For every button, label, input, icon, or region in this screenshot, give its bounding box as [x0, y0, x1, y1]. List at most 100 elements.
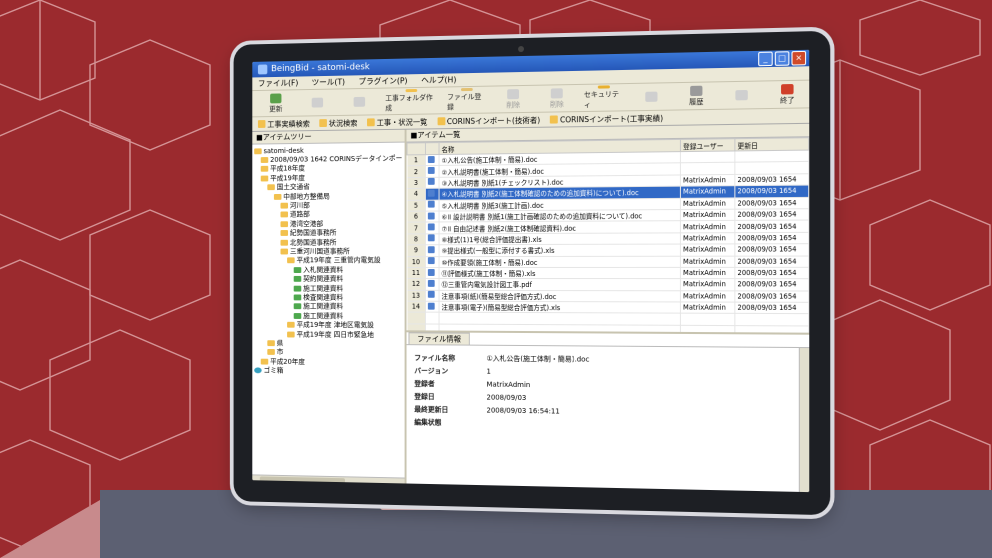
- row-number: 3: [407, 177, 426, 189]
- tree-node-label: 入札関連資料: [303, 265, 344, 274]
- delete-button[interactable]: 削除: [492, 87, 534, 112]
- tree-node[interactable]: 検査関連資料: [254, 293, 402, 303]
- history-icon: [690, 85, 703, 96]
- toolbar-button-2[interactable]: [297, 90, 337, 114]
- exit-button[interactable]: 終了: [765, 82, 809, 107]
- recycle-bin-icon: [254, 367, 262, 374]
- status-search-button[interactable]: 状況検索: [319, 117, 357, 128]
- tree-node[interactable]: 2008/09/03 1642 CORINSデータインポート: [254, 154, 403, 165]
- file-add-icon: [460, 87, 473, 92]
- row-user: MatrixAdmin: [680, 267, 735, 279]
- detail-vertical-scrollbar[interactable]: [798, 348, 810, 493]
- table-row[interactable]: 11 ⑪評価様式(施工体制・簡易).xls MatrixAdmin 2008/09/0…: [407, 267, 809, 279]
- menu-tools[interactable]: ツール(T): [312, 76, 345, 89]
- tree-node-label: 契約関連資料: [303, 275, 344, 283]
- row-name: ⑧様式(1)1号(総合評価提出書).xls: [439, 232, 681, 245]
- list-button[interactable]: 工事・状況一覧: [367, 116, 427, 128]
- row-user: MatrixAdmin: [680, 255, 735, 268]
- register-file-button[interactable]: ファイル登録: [443, 87, 490, 113]
- import-icon: [550, 115, 559, 124]
- table-row[interactable]: 9 ⑨提出様式(一般型に添付する書式).xls MatrixAdmin 2008/09…: [407, 243, 809, 257]
- import-record-button[interactable]: CORINSインポート(工事実績): [550, 112, 663, 125]
- maximize-button[interactable]: □: [774, 51, 790, 66]
- tree-node[interactable]: 紀勢国道事務所: [254, 228, 402, 238]
- tree-node-label: 河川部: [289, 201, 310, 210]
- folder-icon: [280, 211, 289, 218]
- minimize-button[interactable]: _: [758, 51, 773, 67]
- tree-node[interactable]: 契約関連資料: [254, 274, 402, 283]
- close-button[interactable]: ×: [791, 50, 807, 66]
- file-icon: [425, 188, 440, 200]
- folder-icon: [280, 202, 289, 209]
- detail-value: 1: [486, 367, 491, 376]
- tree-node-label: 国土交通省: [276, 183, 310, 192]
- tree-node-label: 中部地方整備局: [283, 192, 330, 201]
- folder-icon: [260, 166, 269, 173]
- search-icon: [319, 119, 327, 128]
- row-number: 5: [407, 199, 426, 212]
- row-user: [680, 162, 735, 175]
- tree-node-label: ゴミ箱: [263, 366, 284, 375]
- tree-node[interactable]: ゴミ箱: [254, 366, 402, 377]
- import-engineer-button[interactable]: CORINSインポート(技術者): [437, 114, 540, 127]
- app-icon: [257, 64, 268, 75]
- file-icon: [425, 199, 440, 212]
- folder-icon: [287, 331, 295, 337]
- delete-icon: [507, 88, 520, 99]
- row-number: 10: [407, 256, 426, 268]
- file-icon: [427, 246, 435, 254]
- row-name: 注意事項(紙)(簡易型総合評価方式).doc: [439, 290, 681, 303]
- row-date: 2008/09/03 1654: [734, 267, 809, 279]
- menu-plugin[interactable]: プラグイン(P): [358, 74, 407, 88]
- item-tree-pane: ■アイテムツリー satomi-desk 2008/09/03 1642 CORI…: [252, 129, 407, 487]
- menu-help[interactable]: ヘルプ(H): [421, 73, 456, 87]
- row-date: 2008/09/03 1654: [734, 220, 809, 233]
- history-button[interactable]: 履歴: [675, 83, 718, 108]
- row-user: MatrixAdmin: [680, 244, 735, 256]
- menu-file[interactable]: ファイル(F): [258, 77, 298, 90]
- security-button[interactable]: セキュリティ: [580, 85, 628, 110]
- trash-button[interactable]: 削除: [536, 86, 578, 111]
- tree-node[interactable]: 北勢国道事務所: [254, 237, 402, 247]
- tree-node[interactable]: 入札関連資料: [254, 265, 402, 274]
- row-date: 2008/09/03 1654: [734, 185, 809, 198]
- scroll-thumb[interactable]: [259, 476, 346, 484]
- row-number: 6: [407, 211, 426, 223]
- file-icon: [425, 278, 440, 291]
- toolbar-button-9[interactable]: [630, 84, 673, 109]
- tree-node-label: 施工関連資料: [303, 284, 344, 293]
- column-date[interactable]: 更新日: [734, 137, 809, 151]
- row-number: 12: [407, 278, 426, 291]
- file-icon: [425, 165, 440, 178]
- refresh-button[interactable]: 更新: [256, 91, 296, 115]
- table-row[interactable]: 13 注意事項(紙)(簡易型総合評価方式).doc MatrixAdmin 2008/…: [407, 289, 809, 303]
- column-user[interactable]: 登録ユーザー: [680, 138, 735, 152]
- row-date: 2008/09/03 1654: [734, 208, 809, 221]
- tree-node[interactable]: 平成19年度 三重管内電気設: [254, 256, 402, 265]
- file-icon: [427, 302, 435, 310]
- detail-label: バージョン: [414, 366, 449, 375]
- toolbar-button-11[interactable]: [720, 83, 763, 108]
- screen: BeingBid - satomi-desk _ □ × ファイル(F) ツール…: [252, 49, 810, 493]
- row-user: MatrixAdmin: [680, 185, 735, 198]
- search-record-button[interactable]: 工事実績検索: [257, 118, 310, 130]
- tree-horizontal-scrollbar[interactable]: [252, 474, 405, 487]
- file-icon: [427, 212, 435, 220]
- folder-icon: [280, 230, 289, 237]
- tree-node-label: 北勢国道事務所: [289, 238, 337, 247]
- detail-label: 登録者: [414, 379, 435, 388]
- folder-icon: [287, 257, 295, 264]
- folder-icon: [280, 239, 289, 246]
- row-user: MatrixAdmin: [680, 209, 735, 222]
- table-row[interactable]: 12 ⑫三重管内電気設計図工事.pdf MatrixAdmin 2008/09/03 …: [407, 278, 809, 291]
- folder-add-icon: [405, 88, 418, 93]
- row-number: 4: [407, 188, 426, 200]
- toolbar-button-3[interactable]: [339, 90, 379, 114]
- tree-node-label: 平成19年度 四日市緊急地: [296, 330, 374, 339]
- create-folder-button[interactable]: 工事フォルダ作成: [381, 88, 441, 114]
- tree-node[interactable]: 施工関連資料: [254, 284, 402, 293]
- document-folder-icon: [293, 312, 302, 319]
- table-row[interactable]: 10 ⑩作成要領(施工体制・簡易).doc MatrixAdmin 2008/09/0…: [407, 255, 809, 268]
- detail-value: ①入札公告(施工体制・簡易).doc: [486, 354, 590, 364]
- tree-node[interactable]: 三重河川国道事務所: [254, 247, 402, 257]
